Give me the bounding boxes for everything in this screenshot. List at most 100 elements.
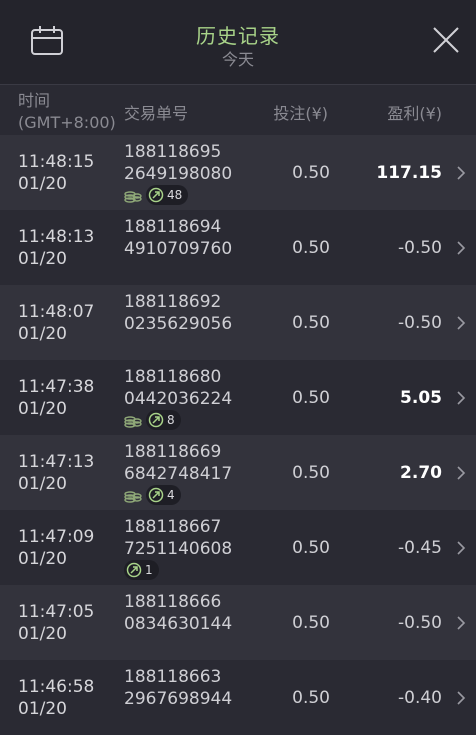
free-spin-count: 8 [167,413,175,427]
history-row[interactable]: 11:48:15 01/20 188118695 2649198080 48 0.50 11… [0,135,476,210]
row-time-value: 11:48:15 [18,152,95,172]
row-order-line1: 188118667 [124,517,222,537]
coins-icon [124,416,142,428]
row-date-value: 01/20 [18,399,67,419]
chevron-right-icon[interactable] [456,690,466,706]
row-time: 11:48:13 01/20 [18,226,94,270]
history-row[interactable]: 11:47:09 01/20 188118667 7251140608 1 0.50 -0.… [0,510,476,585]
row-order: 188118666 0834630144 [124,591,232,635]
row-order-line2: 2967698944 [124,689,233,709]
row-date-value: 01/20 [18,249,67,269]
row-order-line2: 7251140608 [124,539,233,559]
row-bet: 0.50 [292,313,330,333]
date-filter-label[interactable]: 今天 [0,46,476,70]
row-bet: 0.50 [292,388,330,408]
chevron-right-icon[interactable] [456,540,466,556]
chevron-right-icon[interactable] [456,240,466,256]
row-time-value: 11:48:07 [18,302,95,322]
chevron-right-icon[interactable] [456,390,466,406]
row-time: 11:47:05 01/20 [18,601,94,645]
row-profit: -0.50 [398,613,442,633]
row-order: 188118694 4910709760 [124,216,232,260]
row-profit: -0.40 [398,688,442,708]
row-order-line2: 2649198080 [124,164,233,184]
row-time-value: 11:47:13 [18,452,95,472]
chevron-right-icon[interactable] [456,465,466,481]
row-bet: 0.50 [292,688,330,708]
row-order-line2: 0834630144 [124,614,233,634]
row-order: 188118692 0235629056 [124,291,232,335]
column-header: 时间 (GMT+8:00) 交易单号 投注(¥) 盈利(¥) [0,85,476,135]
page-title: 历史记录 [196,24,280,48]
row-date-value: 01/20 [18,699,67,719]
row-date-value: 01/20 [18,474,67,494]
history-row[interactable]: 11:47:05 01/20 188118666 0834630144 0.50 -0.5… [0,585,476,660]
row-profit: -0.50 [398,238,442,258]
row-order: 188118667 7251140608 [124,516,232,560]
free-spin-badge: 48 [146,185,189,205]
row-date-value: 01/20 [18,549,67,569]
row-order-line1: 188118692 [124,292,222,312]
history-row[interactable]: 11:47:38 01/20 188118680 0442036224 8 0.50 5.0… [0,360,476,435]
free-spin-icon [148,412,164,428]
row-order-line1: 188118669 [124,442,222,462]
free-spin-badge: 1 [124,560,159,580]
row-order-line2: 6842748417 [124,464,233,484]
free-spin-badge: 4 [146,485,181,505]
row-time-value: 11:47:05 [18,602,95,622]
row-profit: -0.45 [398,538,442,558]
row-badges: 48 [124,185,189,205]
row-bet: 0.50 [292,463,330,483]
free-spin-icon [148,487,164,503]
row-date-value: 01/20 [18,174,67,194]
row-bet: 0.50 [292,238,330,258]
row-time: 11:47:09 01/20 [18,526,94,570]
free-spin-count: 1 [145,563,153,577]
row-profit: -0.50 [398,313,442,333]
free-spin-icon [148,187,164,203]
row-order-line1: 188118695 [124,142,222,162]
row-order-line2: 0442036224 [124,389,233,409]
chevron-right-icon[interactable] [456,165,466,181]
row-order: 188118669 6842748417 [124,441,232,485]
close-icon[interactable] [430,24,462,56]
row-badges: 1 [124,560,159,580]
column-order: 交易单号 [124,104,189,123]
row-order: 188118663 2967698944 [124,666,232,710]
column-timezone-label: (GMT+8:00) [18,113,116,132]
chevron-right-icon[interactable] [456,315,466,331]
history-row[interactable]: 11:46:58 01/20 188118663 2967698944 0.50 -0.4… [0,660,476,735]
row-time: 11:47:13 01/20 [18,451,94,495]
header-bar: 历史记录 今天 [0,0,476,85]
row-order-line2: 4910709760 [124,239,233,259]
chevron-right-icon[interactable] [456,615,466,631]
row-time: 11:48:15 01/20 [18,151,94,195]
row-bet: 0.50 [292,613,330,633]
row-order-line1: 188118694 [124,217,222,237]
row-order: 188118695 2649198080 [124,141,232,185]
row-profit: 5.05 [400,388,442,408]
history-row[interactable]: 11:47:13 01/20 188118669 6842748417 4 0.50 2.7… [0,435,476,510]
row-time-value: 11:46:58 [18,677,95,697]
history-row[interactable]: 11:48:07 01/20 188118692 0235629056 0.50 -0.5… [0,285,476,360]
row-date-value: 01/20 [18,624,67,644]
row-date-value: 01/20 [18,324,67,344]
column-time: 时间 (GMT+8:00) [18,90,116,134]
row-order-line1: 188118680 [124,367,222,387]
row-time-value: 11:48:13 [18,227,95,247]
history-row[interactable]: 11:48:13 01/20 188118694 4910709760 0.50 -0.5… [0,210,476,285]
row-time-value: 11:47:09 [18,527,95,547]
row-order-line2: 0235629056 [124,314,233,334]
row-bet: 0.50 [292,538,330,558]
row-order: 188118680 0442036224 [124,366,232,410]
row-time: 11:46:58 01/20 [18,676,94,720]
free-spin-count: 48 [167,188,183,202]
coins-icon [124,191,142,203]
row-time-value: 11:47:38 [18,377,95,397]
row-time: 11:48:07 01/20 [18,301,94,345]
row-order-line1: 188118663 [124,667,222,687]
free-spin-icon [126,562,142,578]
row-profit: 2.70 [400,463,442,483]
history-list: 11:48:15 01/20 188118695 2649198080 48 0.50 11… [0,135,476,735]
free-spin-badge: 8 [146,410,181,430]
